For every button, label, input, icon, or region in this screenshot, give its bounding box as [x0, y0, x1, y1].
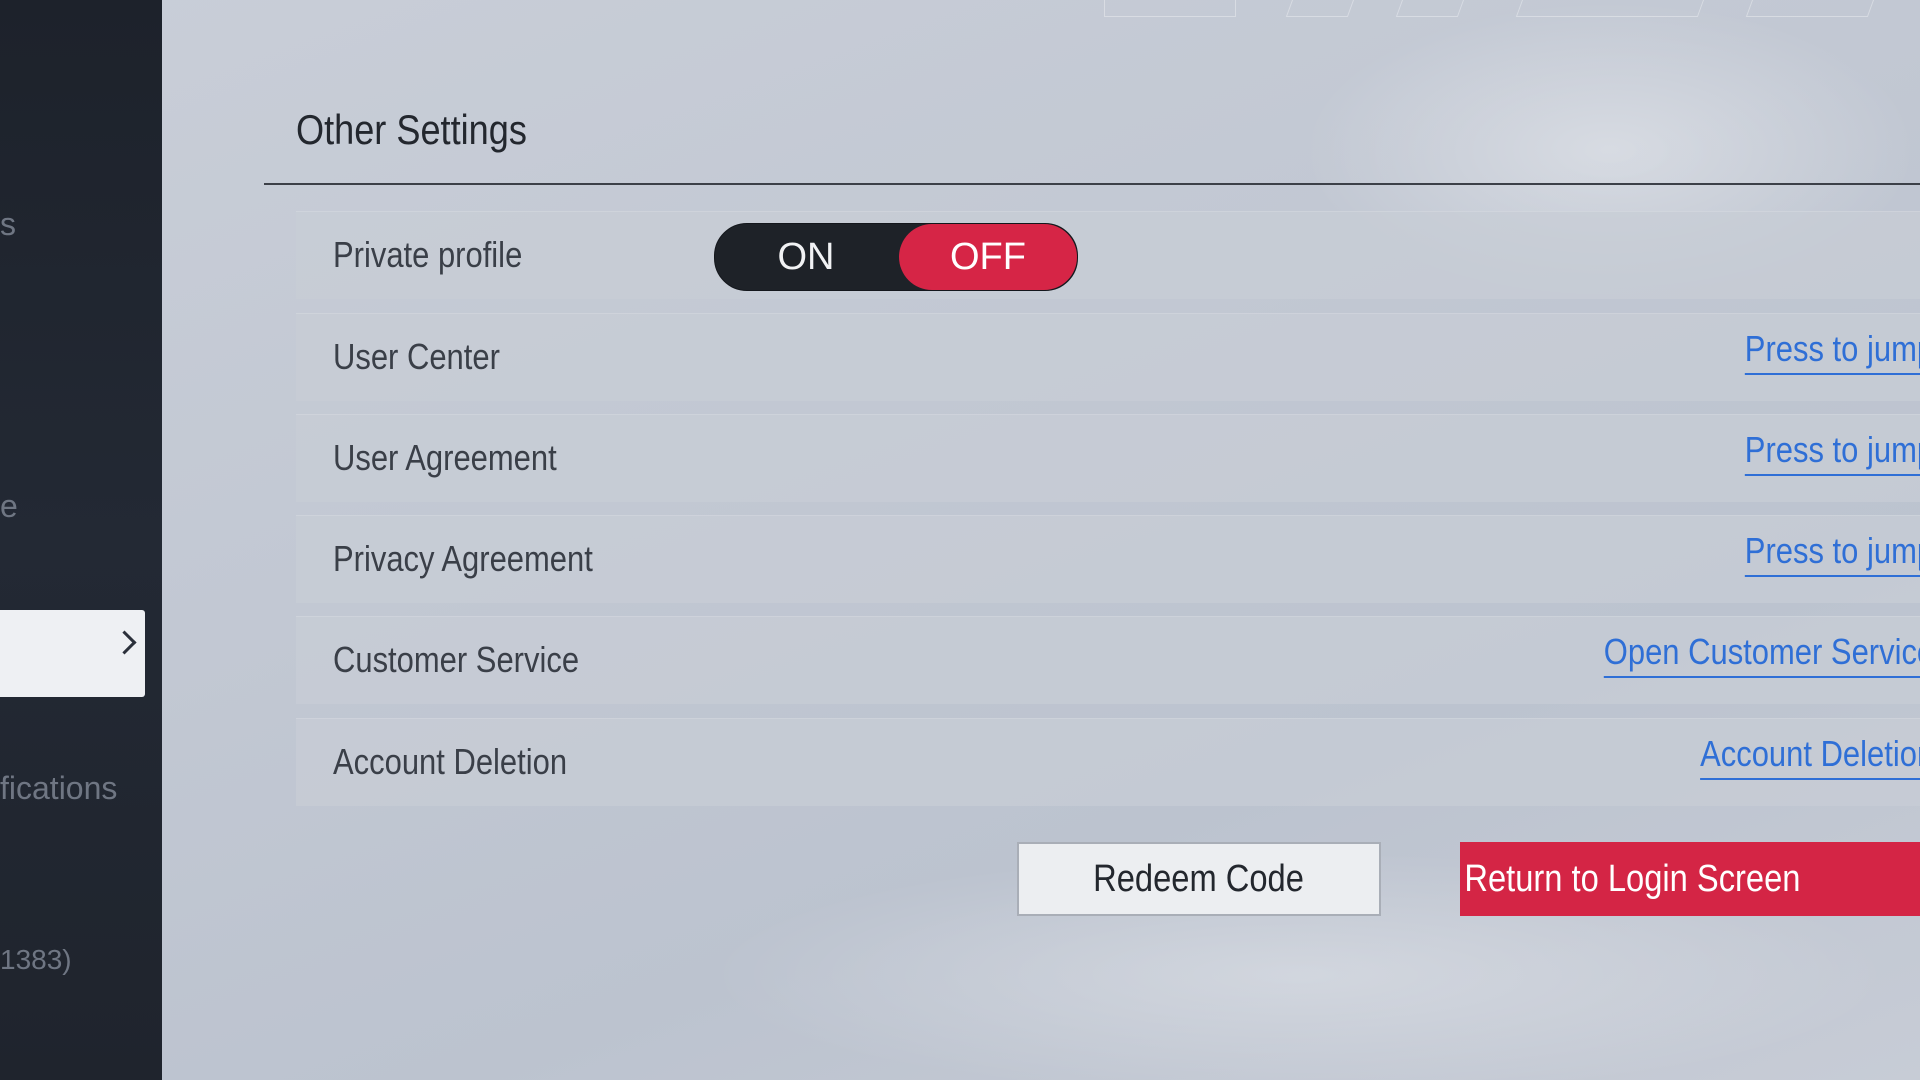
- user-center-link[interactable]: Press to jump: [1744, 329, 1920, 375]
- settings-row-user-agreement: User Agreement Press to jump: [296, 414, 1920, 502]
- account-deletion-link[interactable]: Account Deletion: [1699, 734, 1920, 780]
- settings-screen: s e fications 1383) Other Settings Priva…: [0, 0, 1920, 1080]
- page-title: Other Settings: [296, 106, 527, 153]
- return-to-login-label: Return to Login Screen: [1463, 858, 1801, 900]
- settings-row-private-profile: Private profile ON OFF: [296, 211, 1920, 299]
- settings-row-user-center: User Center Press to jump: [296, 313, 1920, 401]
- user-agreement-link[interactable]: Press to jump: [1744, 430, 1920, 476]
- settings-row-customer-service: Customer Service Open Customer Service: [296, 616, 1920, 704]
- sidebar-item-active[interactable]: [0, 610, 145, 697]
- toggle-off-option[interactable]: OFF: [899, 224, 1077, 290]
- row-label: Privacy Agreement: [333, 538, 593, 579]
- return-to-login-button[interactable]: Return to Login Screen: [1460, 842, 1920, 916]
- row-label: User Agreement: [333, 437, 557, 478]
- settings-row-privacy-agreement: Privacy Agreement Press to jump: [296, 515, 1920, 603]
- row-label: Private profile: [333, 234, 523, 275]
- redeem-code-button[interactable]: Redeem Code: [1017, 842, 1381, 916]
- sidebar: s e fications 1383): [0, 0, 162, 1080]
- private-profile-toggle[interactable]: ON OFF: [714, 223, 1078, 291]
- title-divider: [264, 183, 1920, 185]
- sidebar-item-2[interactable]: e: [0, 488, 18, 525]
- sidebar-item-notifications[interactable]: fications: [0, 770, 117, 807]
- settings-row-account-deletion: Account Deletion Account Deletion: [296, 718, 1920, 806]
- top-decoration: [1100, 0, 1920, 18]
- sidebar-item-version: 1383): [0, 944, 72, 975]
- toggle-on-option[interactable]: ON: [715, 224, 897, 290]
- chevron-right-icon: [112, 630, 137, 655]
- row-label: User Center: [333, 336, 500, 377]
- sidebar-item-1[interactable]: s: [0, 206, 16, 243]
- row-label: Account Deletion: [333, 741, 568, 782]
- privacy-agreement-link[interactable]: Press to jump: [1744, 531, 1920, 577]
- row-label: Customer Service: [333, 639, 580, 680]
- customer-service-link[interactable]: Open Customer Service: [1603, 632, 1920, 678]
- redeem-code-label: Redeem Code: [1093, 858, 1305, 900]
